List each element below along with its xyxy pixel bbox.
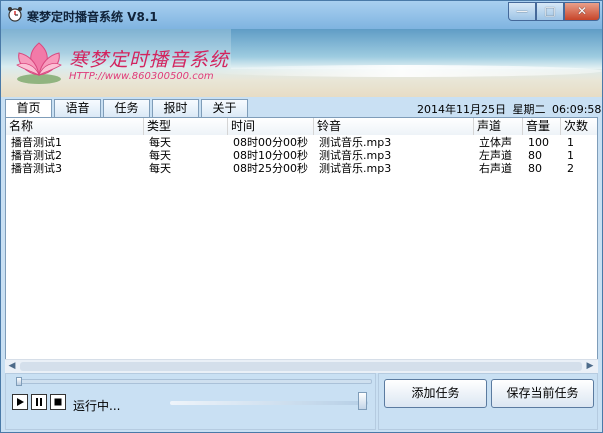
row-time: 08时00分00秒 [233, 136, 308, 149]
tab-tasks[interactable]: 任务 [103, 99, 150, 117]
tab-home[interactable]: 首页 [5, 99, 52, 118]
pause-icon [36, 398, 42, 406]
current-weekday: 星期二 [512, 103, 546, 116]
scroll-right-icon[interactable]: ▶ [583, 360, 597, 373]
banner-sea-image [231, 29, 602, 69]
horizontal-scrollbar[interactable]: ◀ ▶ [5, 359, 598, 373]
banner-url: HTTP://www.860300500.com [69, 71, 214, 82]
maximize-icon: □ [544, 4, 556, 18]
row-ringtone: 测试音乐.mp3 [319, 149, 392, 162]
row-name: 播音测试1 [11, 136, 62, 149]
playback-progress-track[interactable] [16, 379, 372, 384]
player-panel: 运行中... [5, 373, 376, 430]
row-name: 播音测试3 [11, 162, 62, 175]
stop-button[interactable] [50, 394, 66, 410]
column-header-name[interactable]: 名称 [6, 118, 144, 135]
row-count: 2 [567, 162, 574, 175]
volume-slider-track[interactable] [170, 401, 368, 405]
tab-voice[interactable]: 语音 [54, 99, 101, 117]
minimize-icon: — [516, 4, 528, 18]
column-header-type[interactable]: 类型 [144, 118, 228, 135]
player-status: 运行中... [73, 399, 121, 413]
pause-button[interactable] [31, 394, 47, 410]
row-type: 每天 [149, 162, 171, 175]
row-time: 08时25分00秒 [233, 162, 308, 175]
column-header-volume[interactable]: 音量 [523, 118, 561, 135]
row-ringtone: 测试音乐.mp3 [319, 162, 392, 175]
lotus-icon [16, 42, 62, 84]
row-volume: 80 [528, 149, 542, 162]
minimize-button[interactable]: — [508, 2, 536, 21]
row-channel: 左声道 [479, 149, 512, 162]
row-volume: 100 [528, 136, 549, 149]
close-button[interactable]: ✕ [564, 2, 600, 21]
task-list[interactable]: 名称 类型 时间 铃音 声道 音量 次数 播音测试1 每天 08时00分00秒 … [5, 117, 598, 371]
row-volume: 80 [528, 162, 542, 175]
task-list-header: 名称 类型 时间 铃音 声道 音量 次数 [6, 118, 597, 135]
scrollbar-thumb[interactable] [20, 362, 582, 371]
action-panel: 添加任务 保存当前任务 [378, 373, 598, 430]
row-channel: 立体声 [479, 136, 512, 149]
close-icon: ✕ [576, 4, 588, 18]
table-row[interactable]: 播音测试2 每天 08时10分00秒 测试音乐.mp3 左声道 80 1 [6, 150, 597, 162]
play-button[interactable] [12, 394, 28, 410]
banner-wave-image [201, 65, 602, 77]
column-header-ringtone[interactable]: 铃音 [314, 118, 474, 135]
tab-about[interactable]: 关于 [201, 99, 248, 117]
row-time: 08时10分00秒 [233, 149, 308, 162]
tab-time-announce[interactable]: 报时 [152, 99, 199, 117]
column-header-time[interactable]: 时间 [228, 118, 314, 135]
playback-progress-handle[interactable] [16, 377, 22, 386]
table-row[interactable]: 播音测试3 每天 08时25分00秒 测试音乐.mp3 右声道 80 2 [6, 163, 597, 175]
add-task-button[interactable]: 添加任务 [384, 379, 487, 408]
volume-slider-handle[interactable] [358, 392, 367, 410]
column-header-channel[interactable]: 声道 [474, 118, 523, 135]
play-icon [17, 398, 24, 406]
maximize-button[interactable]: □ [536, 2, 564, 21]
row-name: 播音测试2 [11, 149, 62, 162]
row-ringtone: 测试音乐.mp3 [319, 136, 392, 149]
alarm-clock-icon [8, 7, 22, 22]
save-current-task-button[interactable]: 保存当前任务 [491, 379, 594, 408]
row-channel: 右声道 [479, 162, 512, 175]
app-window: 寒梦定时播音系统 V8.1 — □ ✕ 寒梦定时播音系统 HTTP://www.… [0, 0, 603, 433]
column-header-count[interactable]: 次数 [561, 118, 597, 135]
banner-title: 寒梦定时播音系统 [69, 49, 230, 71]
current-time: 06:09:58 [552, 103, 602, 116]
title-bar[interactable]: 寒梦定时播音系统 V8.1 — □ ✕ [1, 1, 602, 29]
current-date: 2014年11月25日 [417, 103, 506, 116]
banner: 寒梦定时播音系统 HTTP://www.860300500.com [1, 29, 602, 97]
row-count: 1 [567, 136, 574, 149]
stop-icon [54, 398, 62, 406]
row-count: 1 [567, 149, 574, 162]
row-type: 每天 [149, 136, 171, 149]
current-datetime: 2014年11月25日 星期二 06:09:58 [417, 101, 601, 117]
scroll-left-icon[interactable]: ◀ [5, 360, 19, 373]
row-type: 每天 [149, 149, 171, 162]
table-row[interactable]: 播音测试1 每天 08时00分00秒 测试音乐.mp3 立体声 100 1 [6, 137, 597, 149]
window-title: 寒梦定时播音系统 V8.1 [27, 10, 158, 24]
